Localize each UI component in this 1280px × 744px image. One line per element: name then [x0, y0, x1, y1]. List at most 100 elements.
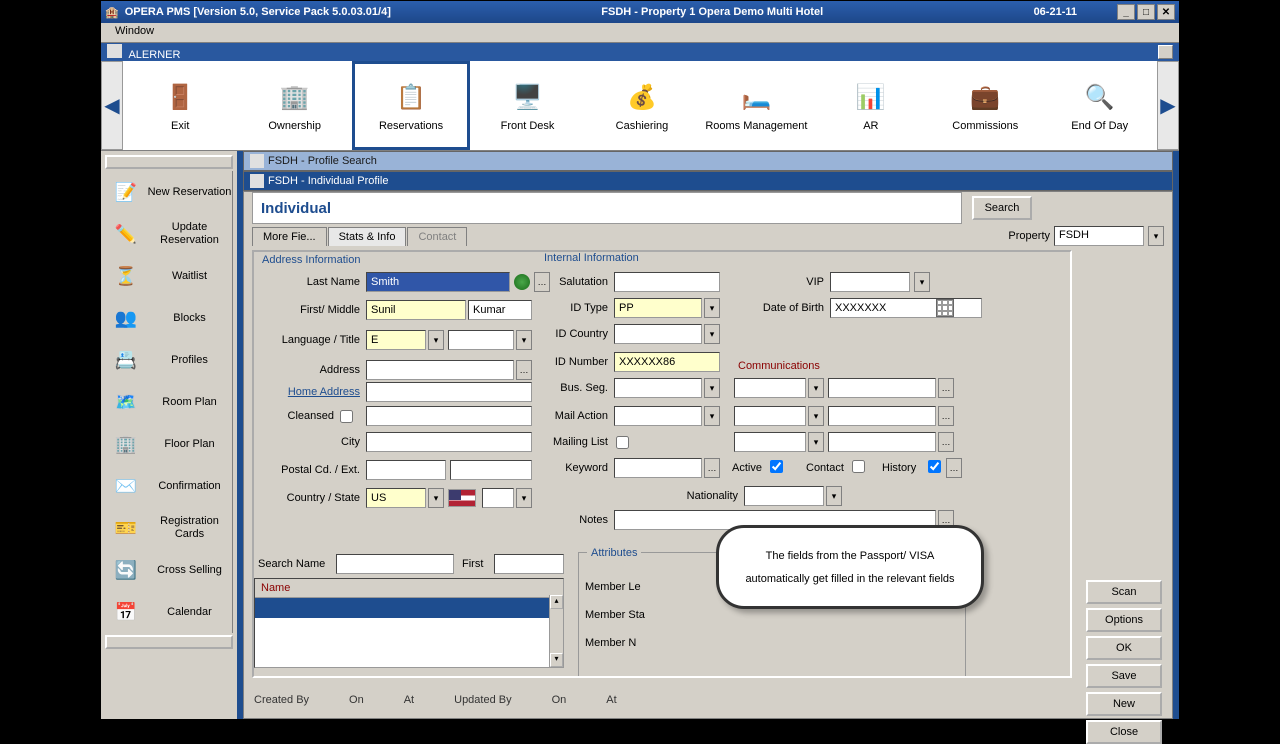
sidebar-item-waitlist[interactable]: ⏳Waitlist — [105, 255, 233, 297]
input-country[interactable] — [366, 488, 426, 508]
input-first[interactable] — [366, 300, 466, 320]
input-id-country[interactable] — [614, 324, 702, 344]
input-search-first[interactable] — [494, 554, 564, 574]
tab-more-fields[interactable]: More Fie... — [252, 227, 327, 246]
input-id-type[interactable] — [614, 298, 702, 318]
input-middle[interactable] — [468, 300, 532, 320]
language-dropdown[interactable]: ▾ — [428, 330, 444, 350]
scrollbar[interactable]: ▴ ▾ — [549, 595, 563, 667]
menu-window[interactable]: Window — [109, 23, 160, 39]
state-dropdown[interactable]: ▾ — [516, 488, 532, 508]
new-button[interactable]: New — [1086, 692, 1162, 716]
keyword-more[interactable]: … — [704, 458, 720, 478]
input-address[interactable] — [366, 360, 514, 380]
property-field[interactable]: FSDH — [1054, 226, 1144, 246]
id-type-dropdown[interactable]: ▾ — [704, 298, 720, 318]
nav-arrow-left[interactable]: ◀ — [101, 61, 123, 150]
nav-item-ownership[interactable]: 🏢Ownership — [237, 61, 351, 150]
maximize-button[interactable]: □ — [1137, 4, 1155, 20]
input-comm-value3[interactable] — [828, 432, 936, 452]
input-comm-value2[interactable] — [828, 406, 936, 426]
search-button[interactable]: Search — [972, 196, 1032, 220]
sidebar-item-registration-cards[interactable]: 🎫Registration Cards — [105, 507, 233, 549]
input-comm-type1[interactable] — [734, 378, 806, 398]
checkbox-mailing-list[interactable] — [616, 436, 629, 449]
nav-item-reservations[interactable]: 📋Reservations — [352, 61, 470, 150]
checkbox-cleansed[interactable] — [340, 410, 353, 423]
input-nationality[interactable] — [744, 486, 824, 506]
calendar-icon[interactable] — [936, 299, 954, 317]
address-more[interactable]: … — [516, 360, 532, 380]
input-mail-action[interactable] — [614, 406, 702, 426]
tab-contact[interactable]: Contact — [407, 227, 467, 246]
input-bus-seg[interactable] — [614, 378, 702, 398]
input-search-name[interactable] — [336, 554, 454, 574]
table-row-selected[interactable] — [255, 598, 563, 618]
nav-arrow-right[interactable]: ▶ — [1157, 61, 1179, 150]
input-comm-type2[interactable] — [734, 406, 806, 426]
input-postal-ext[interactable] — [450, 460, 532, 480]
nav-item-front-desk[interactable]: 🖥️Front Desk — [470, 61, 584, 150]
subheader-maximize[interactable] — [1158, 45, 1173, 59]
title-dropdown[interactable]: ▾ — [516, 330, 532, 350]
nav-item-end-of-day[interactable]: 🔍End Of Day — [1043, 61, 1157, 150]
id-country-dropdown[interactable]: ▾ — [704, 324, 720, 344]
close-button[interactable]: ✕ — [1157, 4, 1175, 20]
bus-seg-dropdown[interactable]: ▾ — [704, 378, 720, 398]
country-dropdown[interactable]: ▾ — [428, 488, 444, 508]
mail-action-dropdown[interactable]: ▾ — [704, 406, 720, 426]
input-city[interactable] — [366, 432, 532, 452]
input-comm-value1[interactable] — [828, 378, 936, 398]
input-state[interactable] — [482, 488, 514, 508]
input-vip[interactable] — [830, 272, 910, 292]
input-language[interactable] — [366, 330, 426, 350]
property-dropdown[interactable]: ▾ — [1148, 226, 1164, 246]
tab-stats-info[interactable]: Stats & Info — [328, 227, 407, 246]
nav-item-exit[interactable]: 🚪Exit — [123, 61, 237, 150]
input-lastname[interactable] — [366, 272, 510, 292]
input-id-number[interactable] — [614, 352, 720, 372]
label-home-address[interactable]: Home Address — [260, 386, 360, 398]
sidebar-item-room-plan[interactable]: 🗺️Room Plan — [105, 381, 233, 423]
input-title[interactable] — [448, 330, 514, 350]
table-row[interactable] — [255, 618, 563, 638]
sidebar-item-profiles[interactable]: 📇Profiles — [105, 339, 233, 381]
sidebar-item-confirmation[interactable]: ✉️Confirmation — [105, 465, 233, 507]
sidebar-item-cross-selling[interactable]: 🔄Cross Selling — [105, 549, 233, 591]
tab-individual-profile[interactable]: FSDH - Individual Profile — [243, 171, 1173, 191]
sidebar-item-update-reservation[interactable]: ✏️Update Reservation — [105, 213, 233, 255]
comm3-more[interactable]: … — [938, 432, 954, 452]
nationality-dropdown[interactable]: ▾ — [826, 486, 842, 506]
checkbox-active[interactable] — [770, 460, 783, 473]
nav-item-rooms-management[interactable]: 🛏️Rooms Management — [699, 61, 813, 150]
input-postal[interactable] — [366, 460, 446, 480]
scan-button[interactable]: Scan — [1086, 580, 1162, 604]
comm1-more[interactable]: … — [938, 378, 954, 398]
minimize-button[interactable]: _ — [1117, 4, 1135, 20]
sidebar-item-floor-plan[interactable]: 🏢Floor Plan — [105, 423, 233, 465]
save-button[interactable]: Save — [1086, 664, 1162, 688]
close-form-button[interactable]: Close — [1086, 720, 1162, 744]
nav-item-commissions[interactable]: 💼Commissions — [928, 61, 1042, 150]
input-home-address[interactable] — [366, 382, 532, 402]
comm2-more[interactable]: … — [938, 406, 954, 426]
options-button[interactable]: Options — [1086, 608, 1162, 632]
input-salutation[interactable] — [614, 272, 720, 292]
checkbox-contact[interactable] — [852, 460, 865, 473]
checkbox-history[interactable] — [928, 460, 941, 473]
sidebar-scroll-up[interactable] — [105, 155, 233, 169]
tab-profile-search[interactable]: FSDH - Profile Search — [243, 151, 1173, 171]
vip-dropdown[interactable]: ▾ — [914, 272, 930, 292]
sidebar-item-new-reservation[interactable]: 📝New Reservation — [105, 171, 233, 213]
sidebar-scroll-down[interactable] — [105, 635, 233, 649]
table-row[interactable] — [255, 638, 563, 658]
input-comm-type3[interactable] — [734, 432, 806, 452]
comm-type3-dropdown[interactable]: ▾ — [808, 432, 824, 452]
history-more[interactable]: … — [946, 458, 962, 478]
globe-icon[interactable] — [514, 274, 530, 290]
comm-type2-dropdown[interactable]: ▾ — [808, 406, 824, 426]
sidebar-item-calendar[interactable]: 📅Calendar — [105, 591, 233, 633]
comm-type1-dropdown[interactable]: ▾ — [808, 378, 824, 398]
sidebar-item-blocks[interactable]: 👥Blocks — [105, 297, 233, 339]
input-dob[interactable] — [830, 298, 982, 318]
